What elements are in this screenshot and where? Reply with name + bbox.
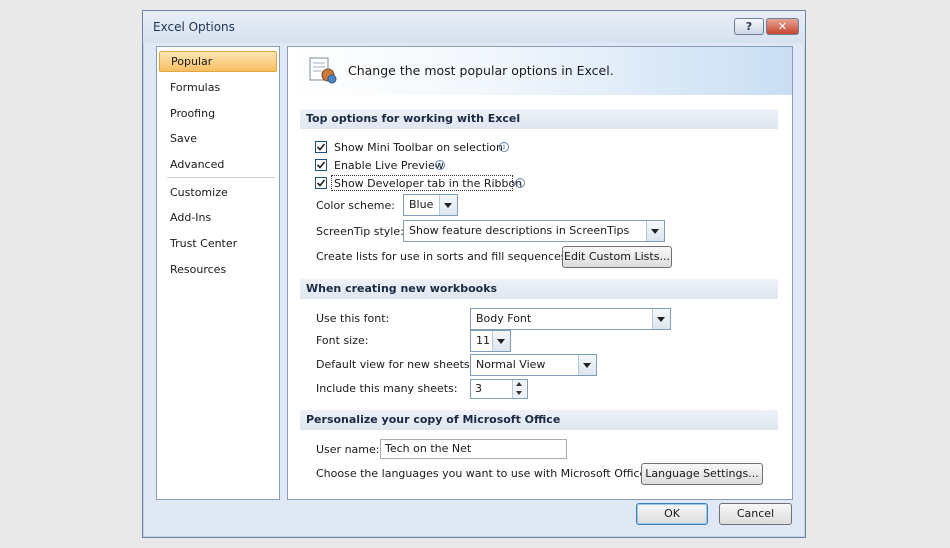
default-view-value: Normal View xyxy=(476,358,546,371)
screentip-style-value: Show feature descriptions in ScreenTips xyxy=(409,224,630,237)
custom-lists-label: Create lists for use in sorts and fill s… xyxy=(316,250,571,263)
font-value: Body Font xyxy=(476,312,532,325)
mini-toolbar-label: Show Mini Toolbar on selection xyxy=(334,141,503,154)
default-view-label: Default view for new sheets: xyxy=(316,358,474,371)
developer-tab-checkbox[interactable] xyxy=(315,177,327,189)
checkmark-icon xyxy=(316,161,326,169)
color-scheme-label: Color scheme: xyxy=(316,199,395,212)
font-size-dropdown[interactable]: 11 xyxy=(470,330,511,352)
title-bar[interactable]: Excel Options ? ✕ xyxy=(143,11,805,43)
sheets-count-spinner[interactable]: 3 xyxy=(470,379,528,399)
language-settings-button[interactable]: Language Settings... xyxy=(641,463,763,485)
font-size-value: 11 xyxy=(476,334,490,347)
chevron-down-icon[interactable] xyxy=(578,355,596,375)
font-label: Use this font: xyxy=(316,312,390,325)
languages-label: Choose the languages you want to use wit… xyxy=(316,467,651,480)
sidebar-item-proofing[interactable]: Proofing xyxy=(159,103,277,124)
spin-up-icon[interactable] xyxy=(512,380,527,389)
info-icon: i xyxy=(435,160,445,170)
close-button[interactable]: ✕ xyxy=(766,18,799,35)
sidebar-item-resources[interactable]: Resources xyxy=(159,259,277,280)
chevron-down-icon[interactable] xyxy=(492,331,510,351)
section-header-top-options: Top options for working with Excel xyxy=(300,109,778,129)
sheets-count-label: Include this many sheets: xyxy=(316,382,458,395)
edit-custom-lists-button[interactable]: Edit Custom Lists... xyxy=(562,246,672,268)
color-scheme-value: Blue xyxy=(409,198,434,211)
screentip-style-label: ScreenTip style: xyxy=(316,225,404,238)
help-button[interactable]: ? xyxy=(734,18,764,35)
dialog-title: Excel Options xyxy=(153,20,235,34)
sidebar-divider xyxy=(167,177,275,178)
screentip-style-dropdown[interactable]: Show feature descriptions in ScreenTips xyxy=(403,220,665,242)
banner-text: Change the most popular options in Excel… xyxy=(348,63,614,78)
info-icon: i xyxy=(515,178,525,188)
developer-tab-label: Show Developer tab in the Ribbon xyxy=(334,177,523,190)
chevron-down-icon[interactable] xyxy=(646,221,664,241)
sidebar-item-customize[interactable]: Customize xyxy=(159,182,277,203)
spin-down-icon[interactable] xyxy=(512,389,527,398)
sidebar-item-save[interactable]: Save xyxy=(159,128,277,149)
options-sidebar: Popular Formulas Proofing Save Advanced … xyxy=(156,46,280,500)
user-name-label: User name: xyxy=(316,443,380,456)
color-scheme-dropdown[interactable]: Blue xyxy=(403,194,458,216)
sidebar-item-trust-center[interactable]: Trust Center xyxy=(159,233,277,254)
font-dropdown[interactable]: Body Font xyxy=(470,308,671,330)
cancel-button[interactable]: Cancel xyxy=(719,503,792,525)
info-icon: i xyxy=(499,142,509,152)
sidebar-item-popular[interactable]: Popular xyxy=(159,51,277,72)
live-preview-label: Enable Live Preview xyxy=(334,159,444,172)
options-icon xyxy=(309,57,337,84)
chevron-down-icon[interactable] xyxy=(439,195,457,215)
mini-toolbar-checkbox[interactable] xyxy=(315,141,327,153)
live-preview-checkbox[interactable] xyxy=(315,159,327,171)
checkmark-icon xyxy=(316,179,326,187)
sidebar-item-add-ins[interactable]: Add-Ins xyxy=(159,207,277,228)
sidebar-item-formulas[interactable]: Formulas xyxy=(159,77,277,98)
section-header-personalize: Personalize your copy of Microsoft Offic… xyxy=(300,410,778,430)
font-size-label: Font size: xyxy=(316,334,369,347)
checkmark-icon xyxy=(316,143,326,151)
section-header-new-workbooks: When creating new workbooks xyxy=(300,279,778,299)
sidebar-item-advanced[interactable]: Advanced xyxy=(159,154,277,175)
page-banner: Change the most popular options in Excel… xyxy=(288,47,792,95)
default-view-dropdown[interactable]: Normal View xyxy=(470,354,597,376)
user-name-input[interactable]: Tech on the Net xyxy=(380,439,567,459)
excel-options-dialog: Excel Options ? ✕ Popular Formulas Proof… xyxy=(142,10,806,538)
chevron-down-icon[interactable] xyxy=(652,309,670,329)
options-content-panel: Change the most popular options in Excel… xyxy=(287,46,793,500)
sheets-count-value: 3 xyxy=(475,382,482,395)
ok-button[interactable]: OK xyxy=(636,503,708,525)
